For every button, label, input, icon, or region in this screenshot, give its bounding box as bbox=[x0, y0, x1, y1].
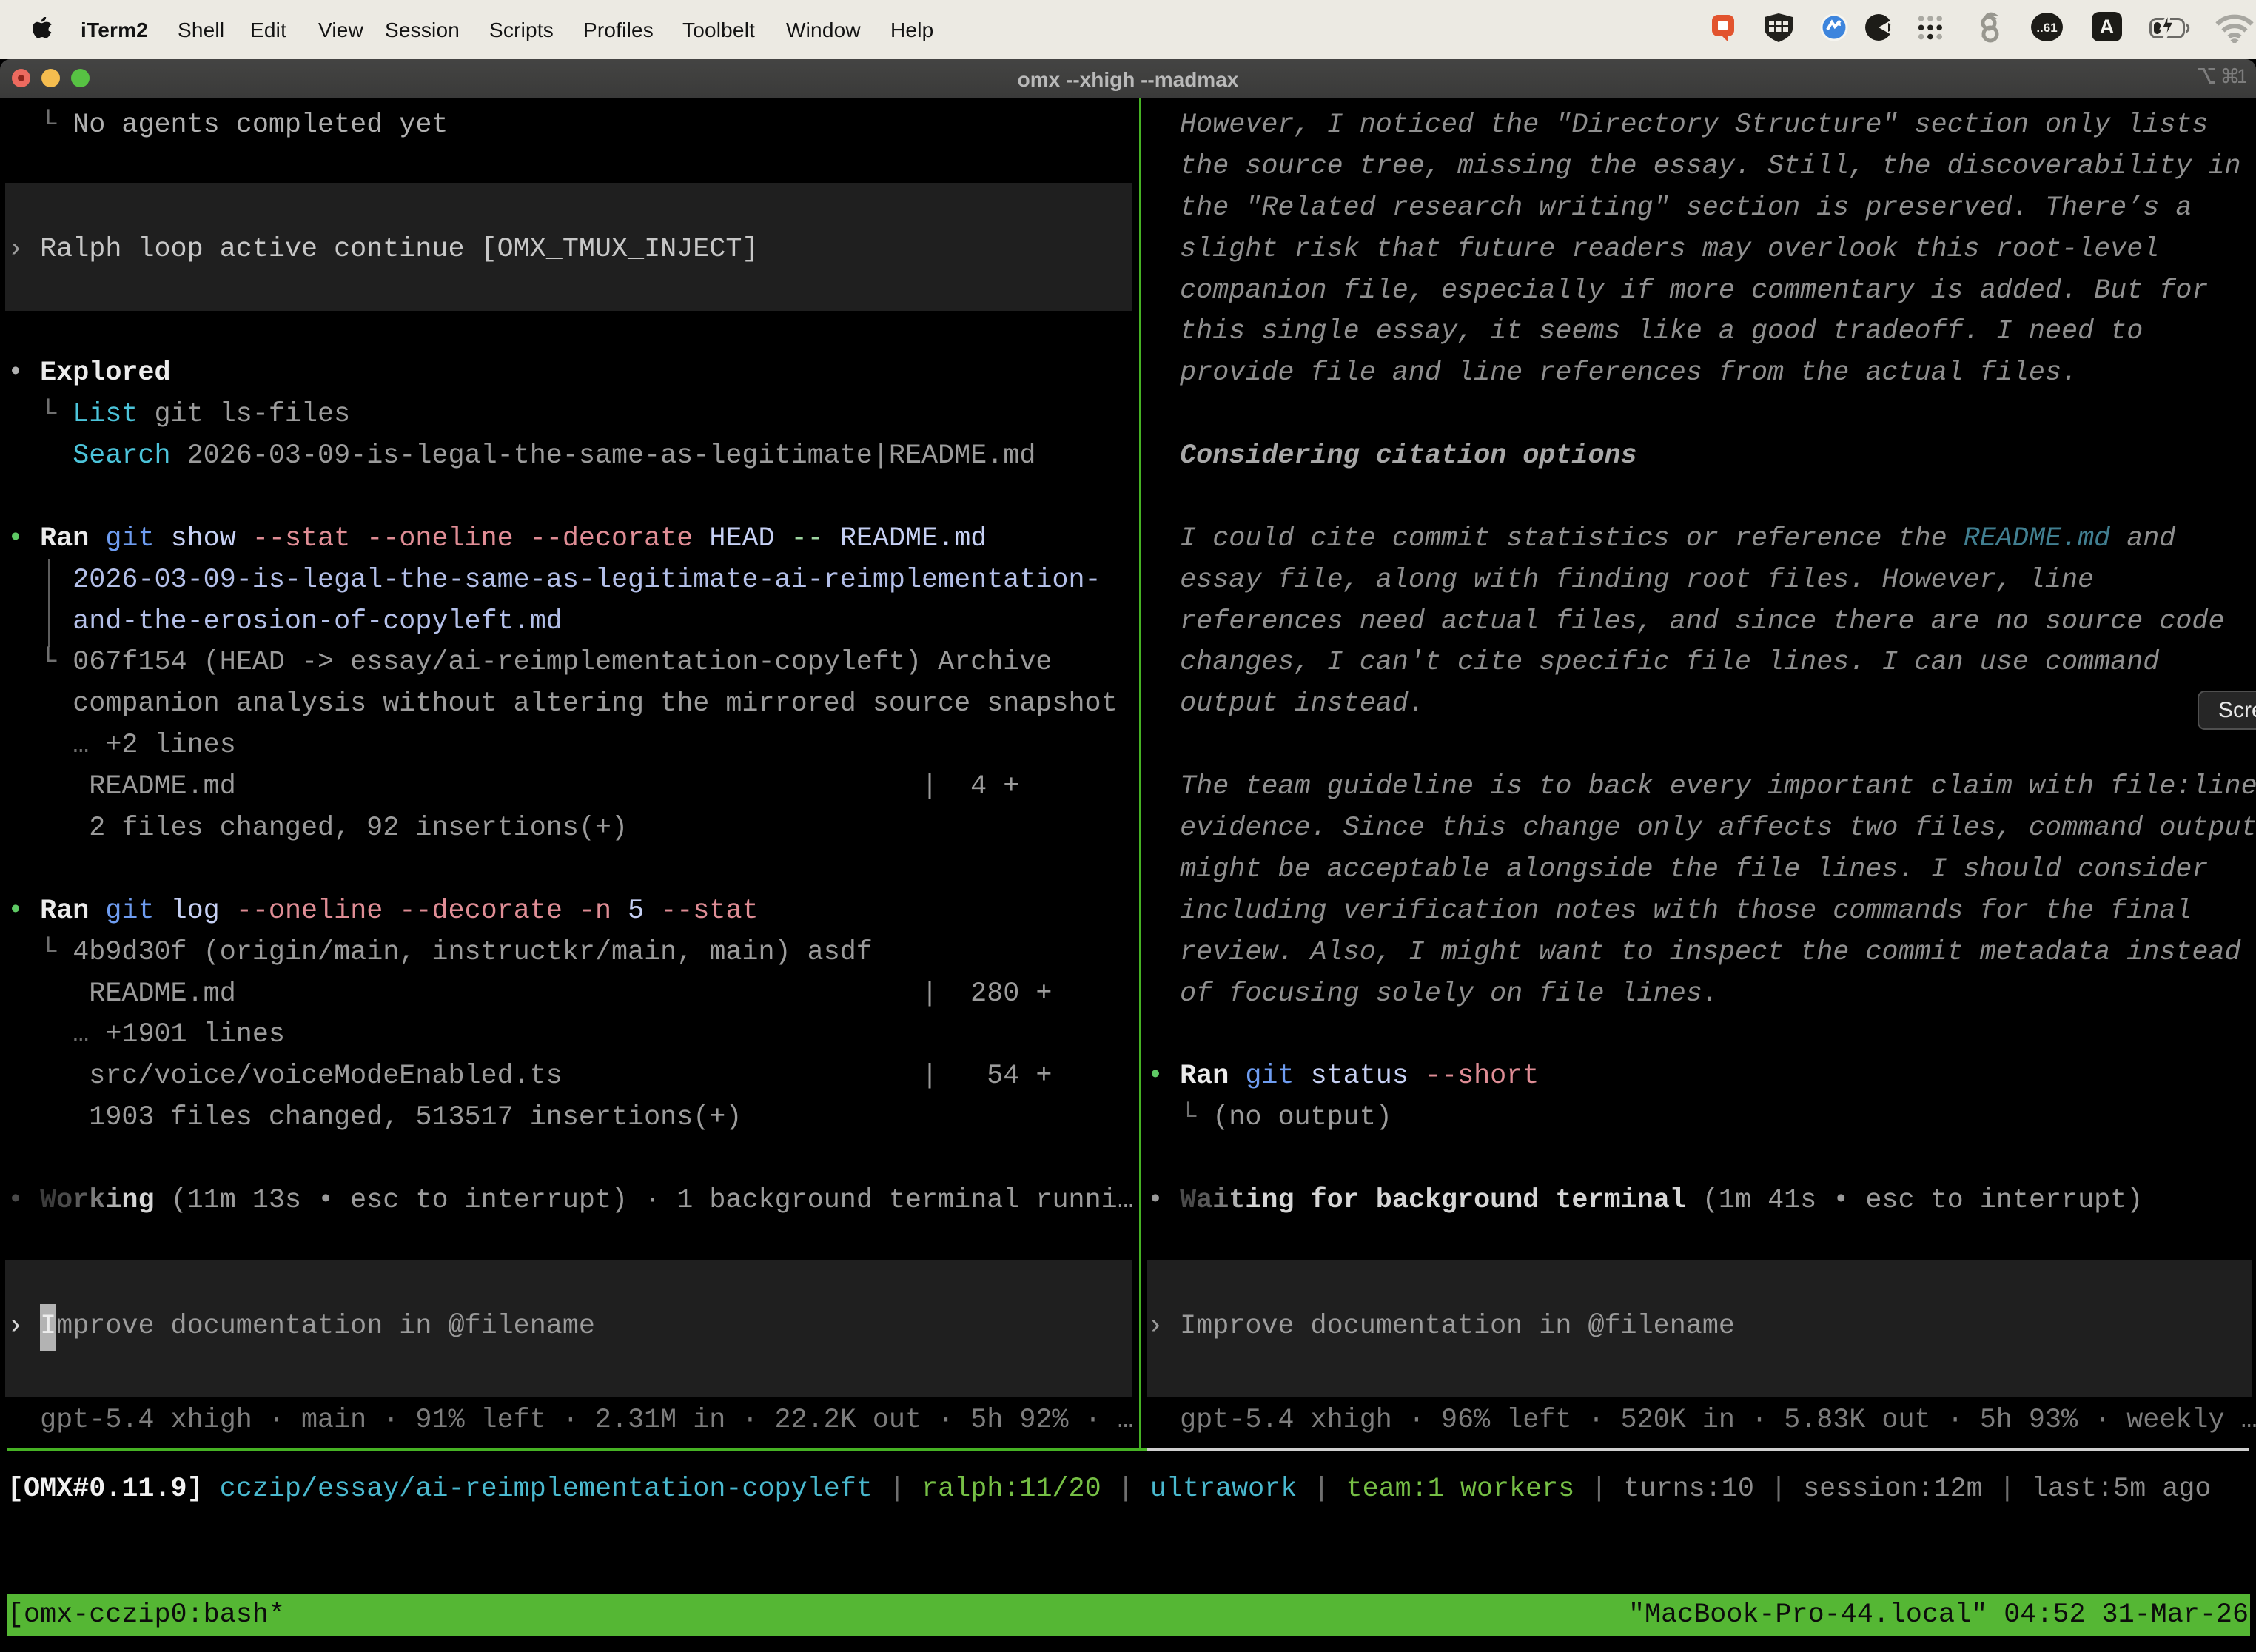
svg-text:1: 1 bbox=[2237, 67, 2246, 86]
